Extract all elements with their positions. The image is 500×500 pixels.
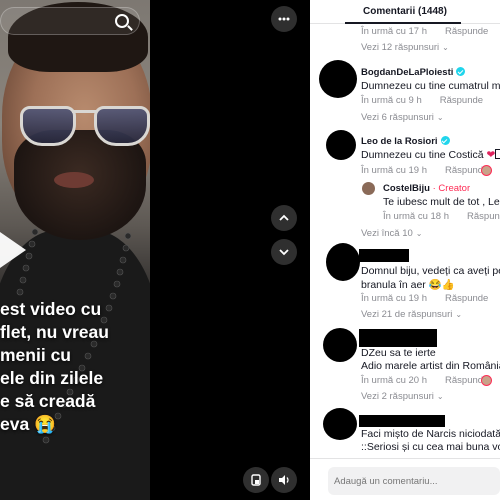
search-icon[interactable] xyxy=(115,14,129,28)
caption-line: menii cu xyxy=(0,345,71,365)
caption-line: ele din zilele xyxy=(0,368,104,388)
screen: est video cu flet, nu vreau menii cu ele… xyxy=(0,0,500,500)
more-options-button[interactable] xyxy=(271,6,297,32)
reply-link[interactable]: Răspunde xyxy=(445,293,488,304)
chevron-down-icon: ⌄ xyxy=(436,392,444,401)
comment-text: Dumnezeu cu tine Costică ❤ xyxy=(361,149,500,161)
comment-meta: În urmă cu 19 h Răspunde xyxy=(361,293,488,304)
view-more-replies-link[interactable]: Vezi încă 10 ⌄ xyxy=(361,228,422,239)
reply-meta: În urmă cu 18 h Răspunde xyxy=(383,211,500,222)
creator-liked-avatar xyxy=(481,165,492,176)
chevron-down-icon: ⌄ xyxy=(436,113,444,122)
view-replies-label: Vezi 21 de răspunsuri xyxy=(361,309,453,320)
view-replies-link[interactable]: Vezi 2 răspunsuri ⌄ xyxy=(361,391,444,402)
chevron-down-icon: ⌄ xyxy=(455,310,463,319)
search-bar[interactable] xyxy=(0,7,140,35)
comment-username[interactable]: BogdanDeLaPloiesti xyxy=(361,67,466,78)
previous-video-button[interactable] xyxy=(271,205,297,231)
tab-comments[interactable]: Comentarii (1448) xyxy=(363,6,447,17)
more-dots-icon xyxy=(278,17,290,21)
view-replies-link[interactable]: Vezi 6 răspunsuri ⌄ xyxy=(361,112,444,123)
comment-username[interactable]: Leo de la Rosiori xyxy=(361,136,450,147)
username-text: CostelBiju xyxy=(383,183,430,194)
chevron-down-icon: ⌄ xyxy=(415,229,423,238)
comment-text-line: Domnul biju, vedeți ca aveți per xyxy=(361,265,500,277)
caption-line: e să creadă xyxy=(0,391,96,411)
username-text: Leo de la Rosiori xyxy=(361,136,438,147)
chevron-down-icon xyxy=(279,249,289,256)
caption-line: est video cu xyxy=(0,299,102,319)
username-text: BogdanDeLaPloiesti xyxy=(361,67,454,78)
comments-tab-bar: Comentarii (1448) xyxy=(310,0,500,24)
picture-in-picture-button[interactable] xyxy=(243,467,269,493)
avatar[interactable] xyxy=(319,60,357,98)
comment-text-line: Adio marele artist din România xyxy=(361,360,500,372)
reply-username[interactable]: CostelBiju · Creator xyxy=(383,183,470,194)
caption-line: eva 😭 xyxy=(0,414,56,434)
comment-input[interactable] xyxy=(328,467,500,495)
video-player[interactable]: est video cu flet, nu vreau menii cu ele… xyxy=(0,0,150,500)
creator-liked-avatar xyxy=(481,375,492,386)
chevron-down-icon: ⌄ xyxy=(442,43,449,52)
reply-timestamp: În urmă cu 18 h xyxy=(383,211,450,222)
unknown-emoji-icon xyxy=(495,149,500,159)
comments-panel: Comentarii (1448) În urmă cu 17 h Răspund… xyxy=(310,0,500,500)
comment-timestamp: În urmă cu 20 h xyxy=(361,375,428,386)
avatar[interactable] xyxy=(326,130,356,160)
comment-timestamp: În urmă cu 19 h xyxy=(361,293,428,304)
redacted-username xyxy=(359,329,437,347)
view-replies-link[interactable]: Vezi 21 de răspunsuri ⌄ xyxy=(361,309,462,320)
verified-badge-icon xyxy=(440,136,450,145)
comment-timestamp: În urmă cu 19 h xyxy=(361,165,428,176)
redacted-username xyxy=(359,415,445,427)
comment-meta: În urmă cu 20 h Răspunde xyxy=(361,375,488,386)
reply-link[interactable]: Răspunde xyxy=(445,26,488,37)
avatar[interactable] xyxy=(323,408,357,440)
reply-avatar[interactable] xyxy=(362,182,375,195)
avatar[interactable] xyxy=(323,328,357,362)
avatar[interactable] xyxy=(326,243,360,281)
comment-timestamp: În urmă cu 17 h xyxy=(361,26,428,37)
comment-text-line: DZeu sa te ierte xyxy=(361,347,436,359)
reply-link[interactable]: Răspunde xyxy=(467,211,500,222)
view-replies-link[interactable]: Vezi 12 răspunsuri ⌄ xyxy=(361,42,449,53)
video-caption: est video cu flet, nu vreau menii cu ele… xyxy=(0,298,150,436)
view-replies-label: Vezi 12 răspunsuri xyxy=(361,42,440,53)
heart-emoji-icon: ❤ xyxy=(486,149,496,161)
view-replies-label: Vezi 2 răspunsuri xyxy=(361,391,434,402)
comment-text: Dumnezeu cu tine cumatrul me xyxy=(361,80,500,92)
creator-label: · Creator xyxy=(432,183,471,194)
view-replies-label: Vezi încă 10 xyxy=(361,228,413,239)
comment-input-bar xyxy=(310,458,500,500)
next-video-button[interactable] xyxy=(271,239,297,265)
floating-player-icon xyxy=(251,474,261,486)
comment-text-line: branula în aer 😂👍 xyxy=(361,278,455,291)
tab-active-indicator xyxy=(345,22,461,24)
comment-meta: În urmă cu 17 h Răspunde xyxy=(361,26,488,37)
comment-text-line: Faci mișto de Narcis niciodată n xyxy=(361,428,500,440)
reply-text: Te iubesc mult de tot , Leu xyxy=(383,196,500,208)
comment-timestamp: În urmă cu 9 h xyxy=(361,95,422,106)
video-controls-area xyxy=(150,0,310,500)
speaker-icon xyxy=(279,475,289,485)
comment-meta: În urmă cu 9 h Răspunde xyxy=(361,95,483,106)
comment-text-body: Dumnezeu cu tine Costică xyxy=(361,149,484,161)
comment-text-body: branula în aer 😂👍 xyxy=(361,279,455,291)
view-replies-label: Vezi 6 răspunsuri xyxy=(361,112,434,123)
comment-meta: În urmă cu 19 h Răspunde xyxy=(361,165,488,176)
redacted-username xyxy=(359,249,409,262)
play-icon[interactable] xyxy=(0,232,26,268)
volume-button[interactable] xyxy=(271,467,297,493)
comment-text-line: ::Seriosi și cu cea mai buna voc xyxy=(361,441,500,453)
verified-badge-icon xyxy=(456,67,466,76)
caption-line: flet, nu vreau xyxy=(0,322,109,342)
reply-link[interactable]: Răspunde xyxy=(440,95,483,106)
chevron-up-icon xyxy=(279,214,289,221)
